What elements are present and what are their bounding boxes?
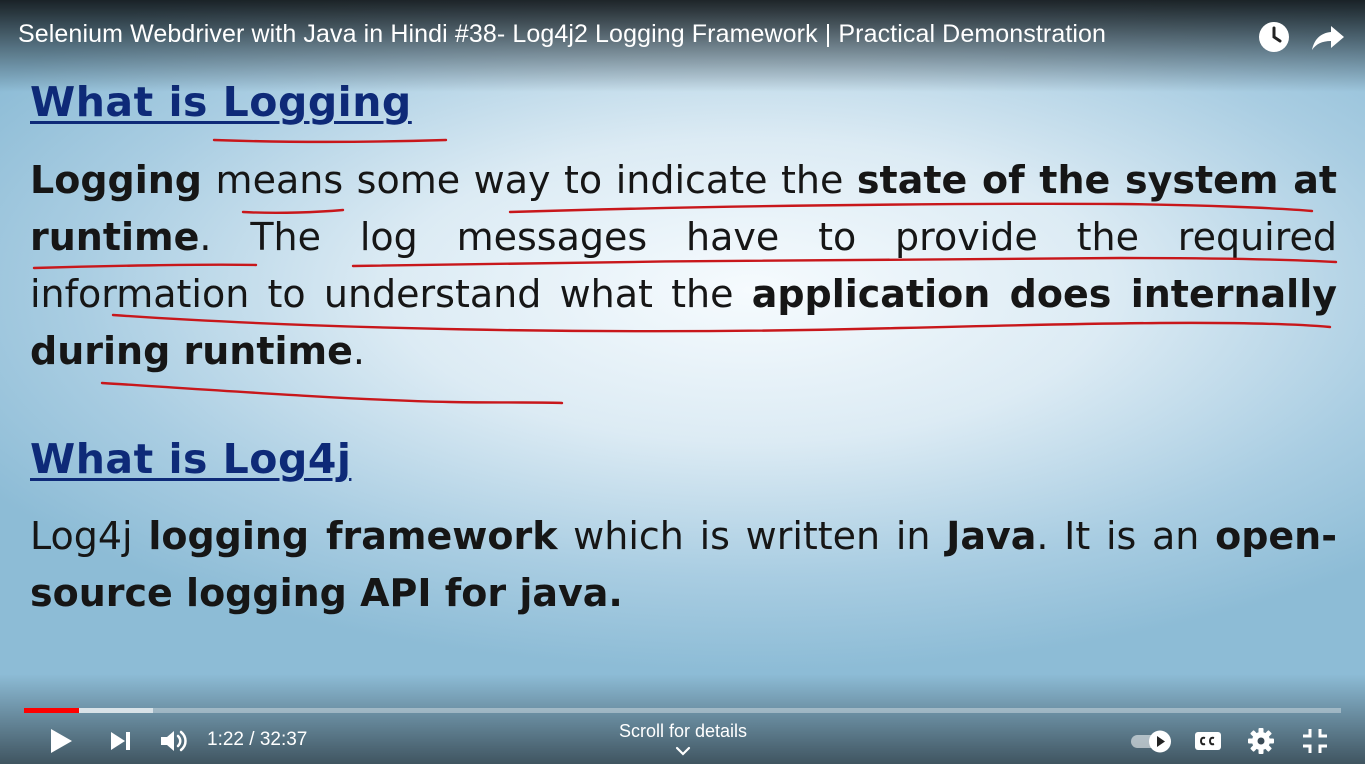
clock-icon[interactable] (1255, 18, 1293, 56)
text-logging: Logging (30, 158, 203, 202)
gear-icon[interactable] (1243, 723, 1279, 759)
scroll-for-details[interactable]: Scroll for details (583, 721, 783, 742)
share-arrow-icon[interactable] (1309, 18, 1347, 56)
slide-paragraph-logging: Logging means some way to indicate the s… (30, 158, 1338, 373)
progress-played (24, 708, 80, 713)
chevron-down-icon[interactable] (673, 744, 693, 758)
slide-heading-log4j: What is Log4j (30, 435, 352, 483)
slide-paragraph-log4j: Log4j logging framework which is written… (30, 514, 1337, 615)
time-display: 1:22 / 32:37 (207, 729, 308, 750)
video-player[interactable]: What is Logging Logging means some way t… (0, 0, 1365, 764)
volume-icon[interactable] (155, 723, 191, 759)
progress-bar[interactable] (24, 708, 1341, 713)
autoplay-toggle-icon[interactable] (1128, 723, 1176, 759)
video-title[interactable]: Selenium Webdriver with Java in Hindi #3… (18, 20, 1106, 49)
captions-icon[interactable] (1190, 723, 1226, 759)
exit-fullscreen-icon[interactable] (1297, 723, 1333, 759)
play-icon[interactable] (42, 723, 78, 759)
video-frame: What is Logging Logging means some way t… (0, 0, 1365, 764)
skip-next-icon[interactable] (102, 723, 138, 759)
duration: 32:37 (259, 729, 308, 750)
current-time: 1:22 (207, 729, 244, 750)
